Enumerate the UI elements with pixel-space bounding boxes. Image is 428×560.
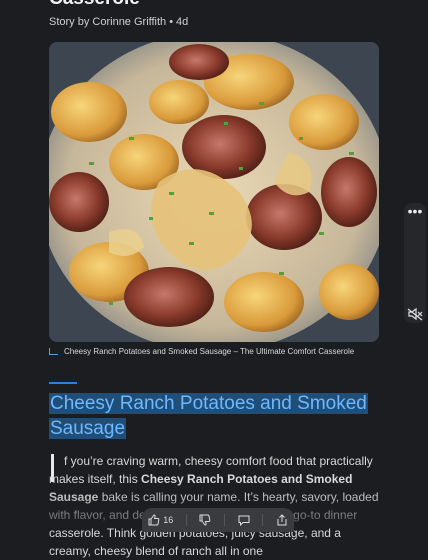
byline-separator: • (169, 16, 174, 28)
bar-divider (262, 514, 264, 526)
thumbs-down-icon (199, 514, 211, 526)
casserole-photo (49, 42, 379, 342)
like-count: 16 (163, 515, 174, 525)
bar-divider (185, 514, 187, 526)
thumbs-up-icon (148, 514, 160, 526)
hero-image[interactable] (49, 42, 379, 342)
bar-divider (223, 514, 225, 526)
article-body: f you’re craving warm, cheesy comfort fo… (49, 452, 379, 560)
caption-marker-icon (49, 348, 58, 356)
article-paragraph: f you’re craving warm, cheesy comfort fo… (49, 452, 379, 560)
author-name[interactable]: Story by Corinne Griffith (49, 16, 166, 28)
image-caption: Cheesy Ranch Potatoes and Smoked Sausage… (49, 347, 354, 356)
publish-age: 4d (176, 16, 189, 28)
image-caption-text: Cheesy Ranch Potatoes and Smoked Sausage… (64, 347, 355, 356)
dislike-button[interactable] (199, 514, 211, 526)
comment-button[interactable] (238, 514, 250, 526)
share-button[interactable] (276, 514, 288, 526)
headline-text: Cheesy Ranch Potatoes and Smoked Sausage (49, 393, 368, 439)
section-accent-line (49, 382, 77, 384)
like-button[interactable]: 16 (148, 514, 173, 526)
byline: Story by Corinne Griffith • 4d (49, 16, 188, 28)
article-headline: Cheesy Ranch Potatoes and Smoked Sausage (49, 391, 369, 441)
mute-icon[interactable] (405, 306, 425, 322)
share-icon (277, 514, 287, 526)
comment-icon (238, 515, 250, 526)
more-options-icon[interactable]: ••• (404, 204, 426, 222)
article-title: Casserole (49, 0, 140, 10)
reaction-bar: 16 (142, 508, 294, 532)
